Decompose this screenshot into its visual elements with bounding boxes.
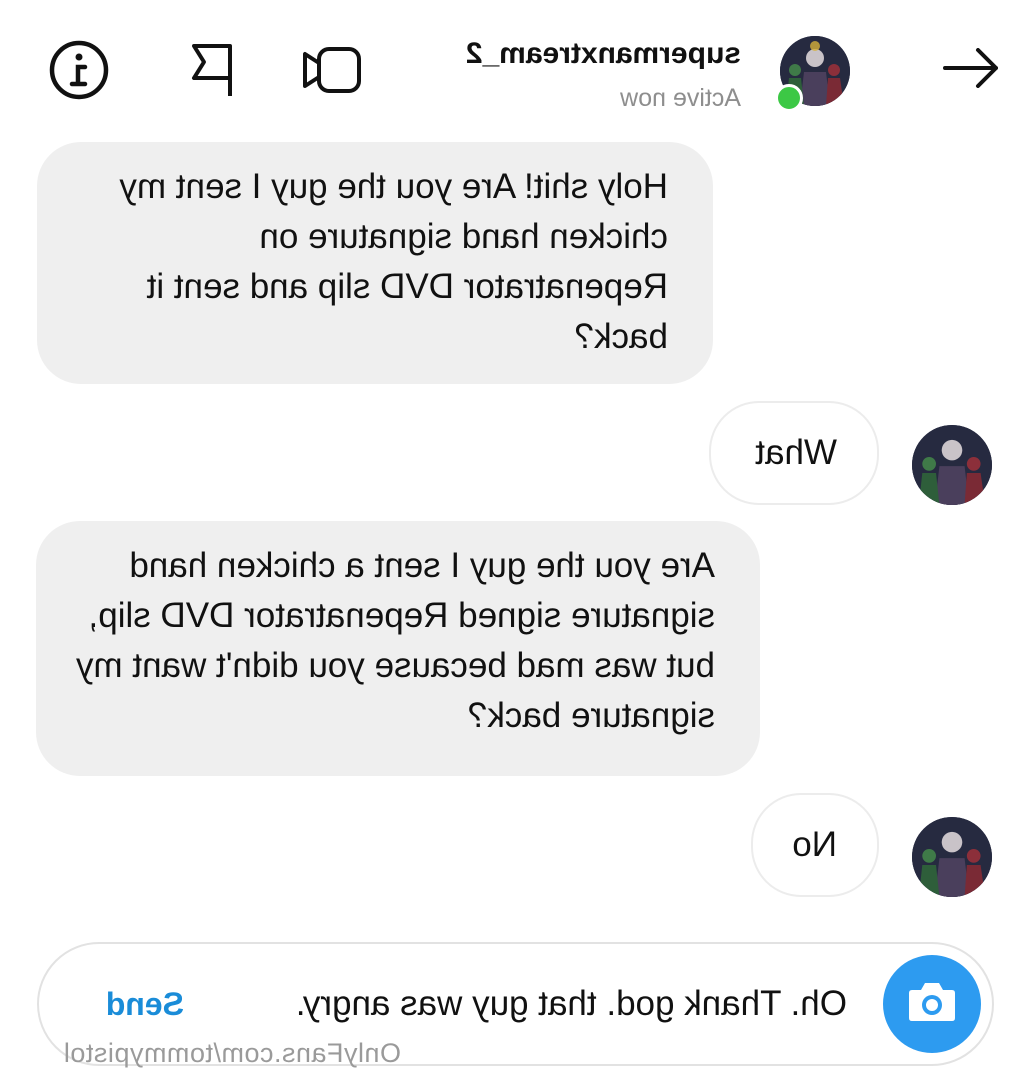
report-flag-button[interactable] (181, 40, 245, 104)
video-camera-icon (300, 44, 362, 101)
contact-activity-status: Active now (620, 84, 741, 112)
conversation-info-button[interactable] (47, 40, 111, 104)
sender-avatar (912, 425, 992, 505)
camera-button[interactable] (883, 955, 981, 1053)
watermark-text: OnlyFans.com/tommypistol (63, 1038, 401, 1068)
mirrored-screen: supermanxtream_2 Active now Holy shit! A… (0, 0, 1031, 1079)
flag-icon (188, 42, 238, 103)
outgoing-message-bubble[interactable]: No (751, 793, 879, 897)
send-button[interactable]: Send (106, 986, 184, 1023)
online-status-dot (775, 84, 803, 112)
message-text: No (792, 825, 837, 864)
video-call-button[interactable] (299, 40, 363, 104)
sender-avatar (912, 817, 992, 897)
back-button[interactable] (941, 44, 1001, 96)
message-text: What (755, 433, 837, 472)
message-input[interactable] (197, 984, 847, 1024)
info-icon (49, 40, 109, 105)
incoming-message-bubble[interactable]: Holy shit! Are you the guy I sent my chi… (37, 142, 713, 384)
camera-icon (906, 980, 958, 1029)
incoming-message-bubble[interactable]: Are you the guy I sent a chicken hand si… (36, 521, 760, 776)
chat-header: supermanxtream_2 Active now (0, 0, 1031, 140)
arrow-left-icon (942, 47, 1000, 93)
contact-username[interactable]: supermanxtream_2 (466, 37, 741, 71)
outgoing-message-bubble[interactable]: What (709, 401, 879, 505)
